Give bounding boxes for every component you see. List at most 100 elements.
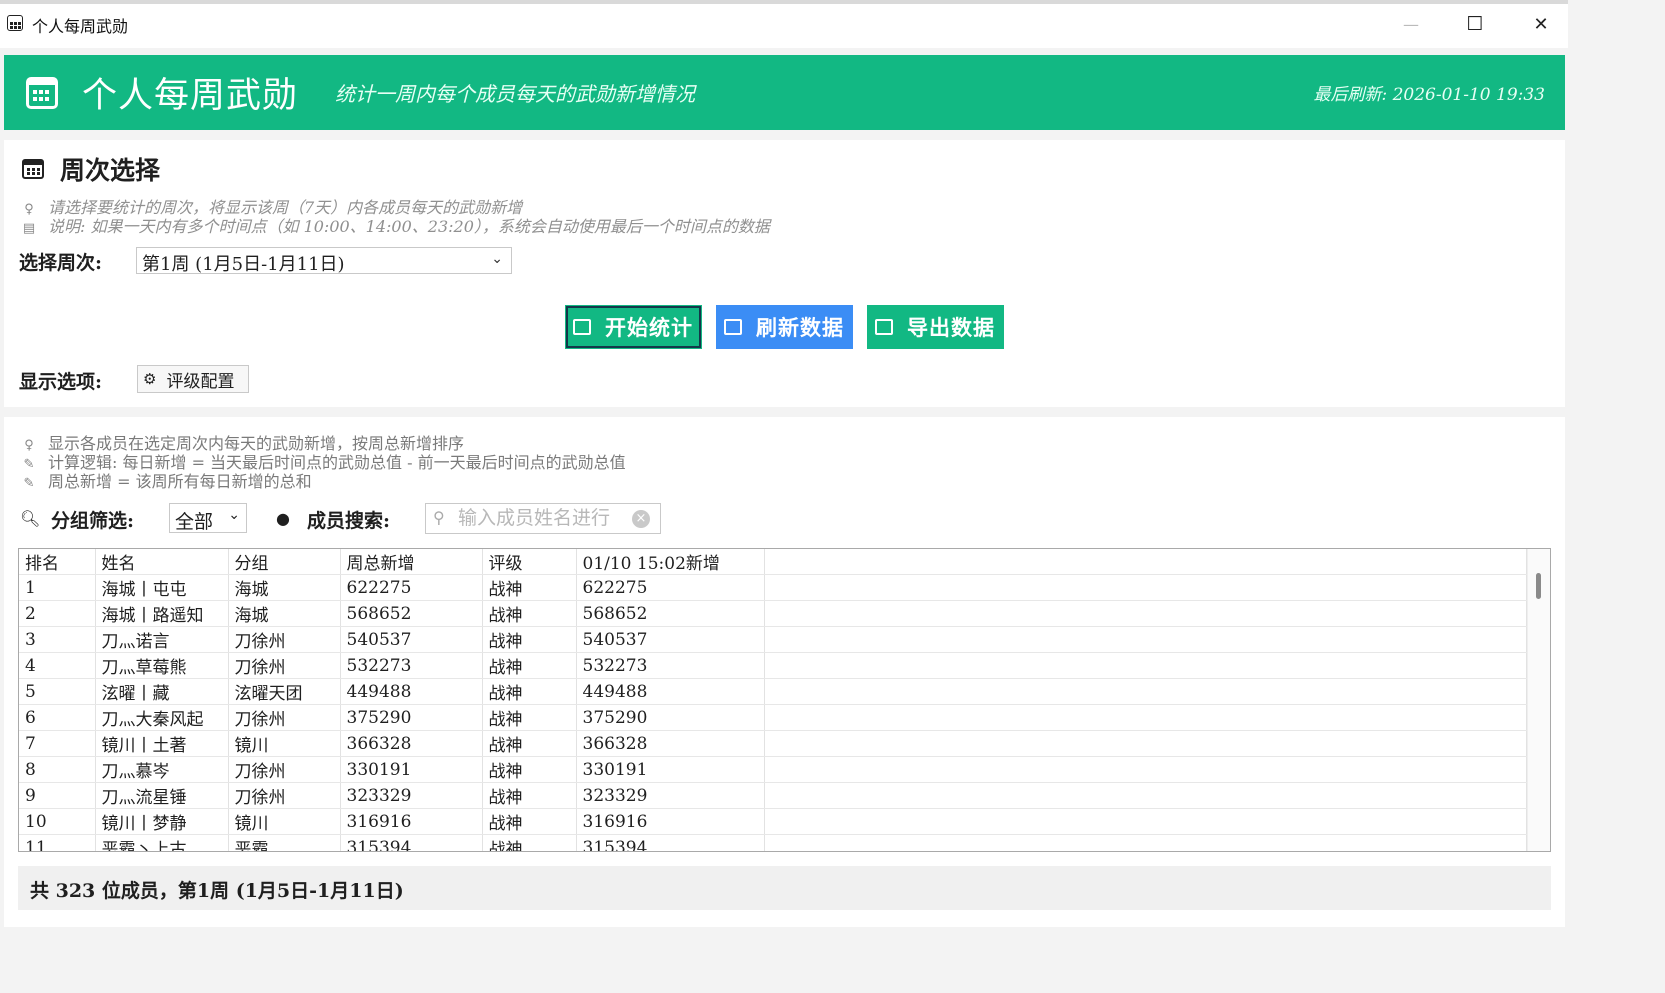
table-cell: 330191	[340, 756, 483, 783]
table-cell: 2	[19, 600, 96, 627]
scrollbar-thumb[interactable]	[1536, 573, 1541, 599]
ranking-table[interactable]: 排名 姓名 分组 周总新增 评级 01/10 15:02新增 1 海城丨屯屯 海城 6…	[18, 548, 1551, 852]
table-cell: 4	[19, 652, 96, 679]
chat-icon: ●	[276, 509, 290, 528]
table-row[interactable]: 3 刀灬诺言 刀徐州 540537 战神 540537	[19, 626, 1527, 653]
table-cell: 海城丨屯屯	[95, 574, 229, 601]
week-select-value: 第1周 (1月5日-1月11日)	[142, 254, 345, 275]
column-header[interactable]: 周总新增	[340, 549, 483, 575]
table-row[interactable]: 7 镜川丨土著 镜川 366328 战神 366328	[19, 730, 1527, 757]
column-header[interactable]: 分组	[228, 549, 341, 575]
table-cell: 449488	[340, 678, 483, 705]
table-cell: 刀灬草莓熊	[95, 652, 229, 679]
table-cell: 366328	[340, 730, 483, 757]
table-cell: 8	[19, 756, 96, 783]
table-cell: 镜川丨梦静	[95, 808, 229, 835]
rating-config-button[interactable]: ⚙ 评级配置	[137, 365, 249, 393]
table-row[interactable]: 6 刀灬大秦风起 刀徐州 375290 战神 375290	[19, 704, 1527, 731]
table-cell: 532273	[576, 652, 765, 679]
table-row[interactable]: 4 刀灬草莓熊 刀徐州 532273 战神 532273	[19, 652, 1527, 679]
table-cell: 海城丨路遥知	[95, 600, 229, 627]
table-cell: 刀徐州	[228, 704, 341, 731]
table-cell: 532273	[340, 652, 483, 679]
table-cell: 330191	[576, 756, 765, 783]
vertical-scrollbar[interactable]	[1527, 549, 1550, 851]
table-cell: 战神	[482, 730, 577, 757]
table-cell: 540537	[340, 626, 483, 653]
table-cell-filler	[764, 704, 1527, 731]
table-cell-filler	[764, 600, 1527, 627]
week-select[interactable]: 第1周 (1月5日-1月11日) ⌄	[136, 247, 512, 275]
close-icon: ✕	[1533, 13, 1549, 35]
table-cell: 375290	[340, 704, 483, 731]
table-cell: 恶霸丶上古	[95, 834, 229, 851]
table-cell: 568652	[576, 600, 765, 627]
page-subtitle: 统计一周内每个成员每天的武勋新增情况	[335, 82, 695, 106]
table-cell: 6	[19, 704, 96, 731]
table-cell-filler	[764, 652, 1527, 679]
table-cell: 战神	[482, 652, 577, 679]
member-search-input[interactable]	[458, 506, 628, 530]
table-cell-filler	[764, 834, 1527, 851]
column-header[interactable]: 姓名	[95, 549, 229, 575]
table-row[interactable]: 2 海城丨路遥知 海城 568652 战神 568652	[19, 600, 1527, 627]
table-cell: 战神	[482, 600, 577, 627]
table-cell: 316916	[340, 808, 483, 835]
minimize-button[interactable]: —	[1381, 4, 1441, 44]
last-refresh-time: 最后刷新: 2026-01-10 19:33	[1313, 85, 1545, 105]
table-cell: 11	[19, 834, 96, 851]
calculator-icon	[7, 15, 23, 31]
table-cell: 战神	[482, 756, 577, 783]
box-icon	[573, 319, 591, 335]
ranking-panel: ♀ 显示各成员在选定周次内每天的武勋新增，按周总新增排序 ✎ 计算逻辑: 每日新增 …	[4, 417, 1565, 927]
table-cell: 刀灬大秦风起	[95, 704, 229, 731]
start-stats-button[interactable]: 开始统计	[565, 305, 702, 349]
maximize-button[interactable]: ☐	[1445, 4, 1505, 44]
member-search-box[interactable]: ⚲ ×	[425, 503, 661, 534]
table-row[interactable]: 9 刀灬流星锤 刀徐州 323329 战神 323329	[19, 782, 1527, 809]
table-cell-filler	[764, 678, 1527, 705]
search-icon: ⚲	[433, 508, 445, 527]
column-header[interactable]: 排名	[19, 549, 96, 575]
table-row[interactable]: 8 刀灬慕岑 刀徐州 330191 战神 330191	[19, 756, 1527, 783]
table-cell: 622275	[576, 574, 765, 601]
table-cell: 刀徐州	[228, 756, 341, 783]
hint-line: ✎ 周总新增 = 该周所有每日新增的总和	[23, 472, 312, 491]
refresh-data-button[interactable]: 刷新数据	[716, 305, 853, 349]
close-button[interactable]: ✕	[1511, 4, 1571, 44]
section-title: 周次选择	[60, 156, 161, 185]
column-header[interactable]: 评级	[482, 549, 577, 575]
table-row[interactable]: 1 海城丨屯屯 海城 622275 战神 622275	[19, 574, 1527, 601]
chevron-down-icon: ⌄	[228, 507, 240, 523]
table-cell-filler	[764, 782, 1527, 809]
table-row[interactable]: 5 泫曜丨藏 泫曜天团 449488 战神 449488	[19, 678, 1527, 705]
group-filter-label: 分组筛选:	[51, 510, 135, 532]
table-cell: 10	[19, 808, 96, 835]
table-cell: 366328	[576, 730, 765, 757]
table-cell: 刀徐州	[228, 652, 341, 679]
table-cell: 战神	[482, 626, 577, 653]
table-cell: 315394	[340, 834, 483, 851]
table-row[interactable]: 11 恶霸丶上古 恶霸 315394 战神 315394	[19, 834, 1527, 851]
summary-bar: 共 323 位成员，第1周 (1月5日-1月11日)	[18, 866, 1551, 910]
table-cell: 3	[19, 626, 96, 653]
table-row[interactable]: 10 镜川丨梦静 镜川 316916 战神 316916	[19, 808, 1527, 835]
export-data-button[interactable]: 导出数据	[867, 305, 1004, 349]
group-filter-select[interactable]: 全部 ⌄	[169, 503, 247, 533]
table-cell: 375290	[576, 704, 765, 731]
table-cell: 315394	[576, 834, 765, 851]
table-cell: 镜川	[228, 808, 341, 835]
table-cell: 449488	[576, 678, 765, 705]
clear-icon[interactable]: ×	[632, 510, 650, 528]
chevron-down-icon: ⌄	[491, 251, 503, 267]
table-cell: 540537	[576, 626, 765, 653]
table-cell-filler	[764, 756, 1527, 783]
table-cell-filler	[764, 574, 1527, 601]
table-cell: 9	[19, 782, 96, 809]
column-header[interactable]: 01/10 15:02新增	[576, 549, 765, 575]
table-cell: 恶霸	[228, 834, 341, 851]
table-cell: 刀灬慕岑	[95, 756, 229, 783]
calculator-icon	[26, 77, 58, 109]
window-titlebar: 个人每周武勋 — ☐ ✕	[0, 0, 1568, 48]
table-cell: 战神	[482, 808, 577, 835]
